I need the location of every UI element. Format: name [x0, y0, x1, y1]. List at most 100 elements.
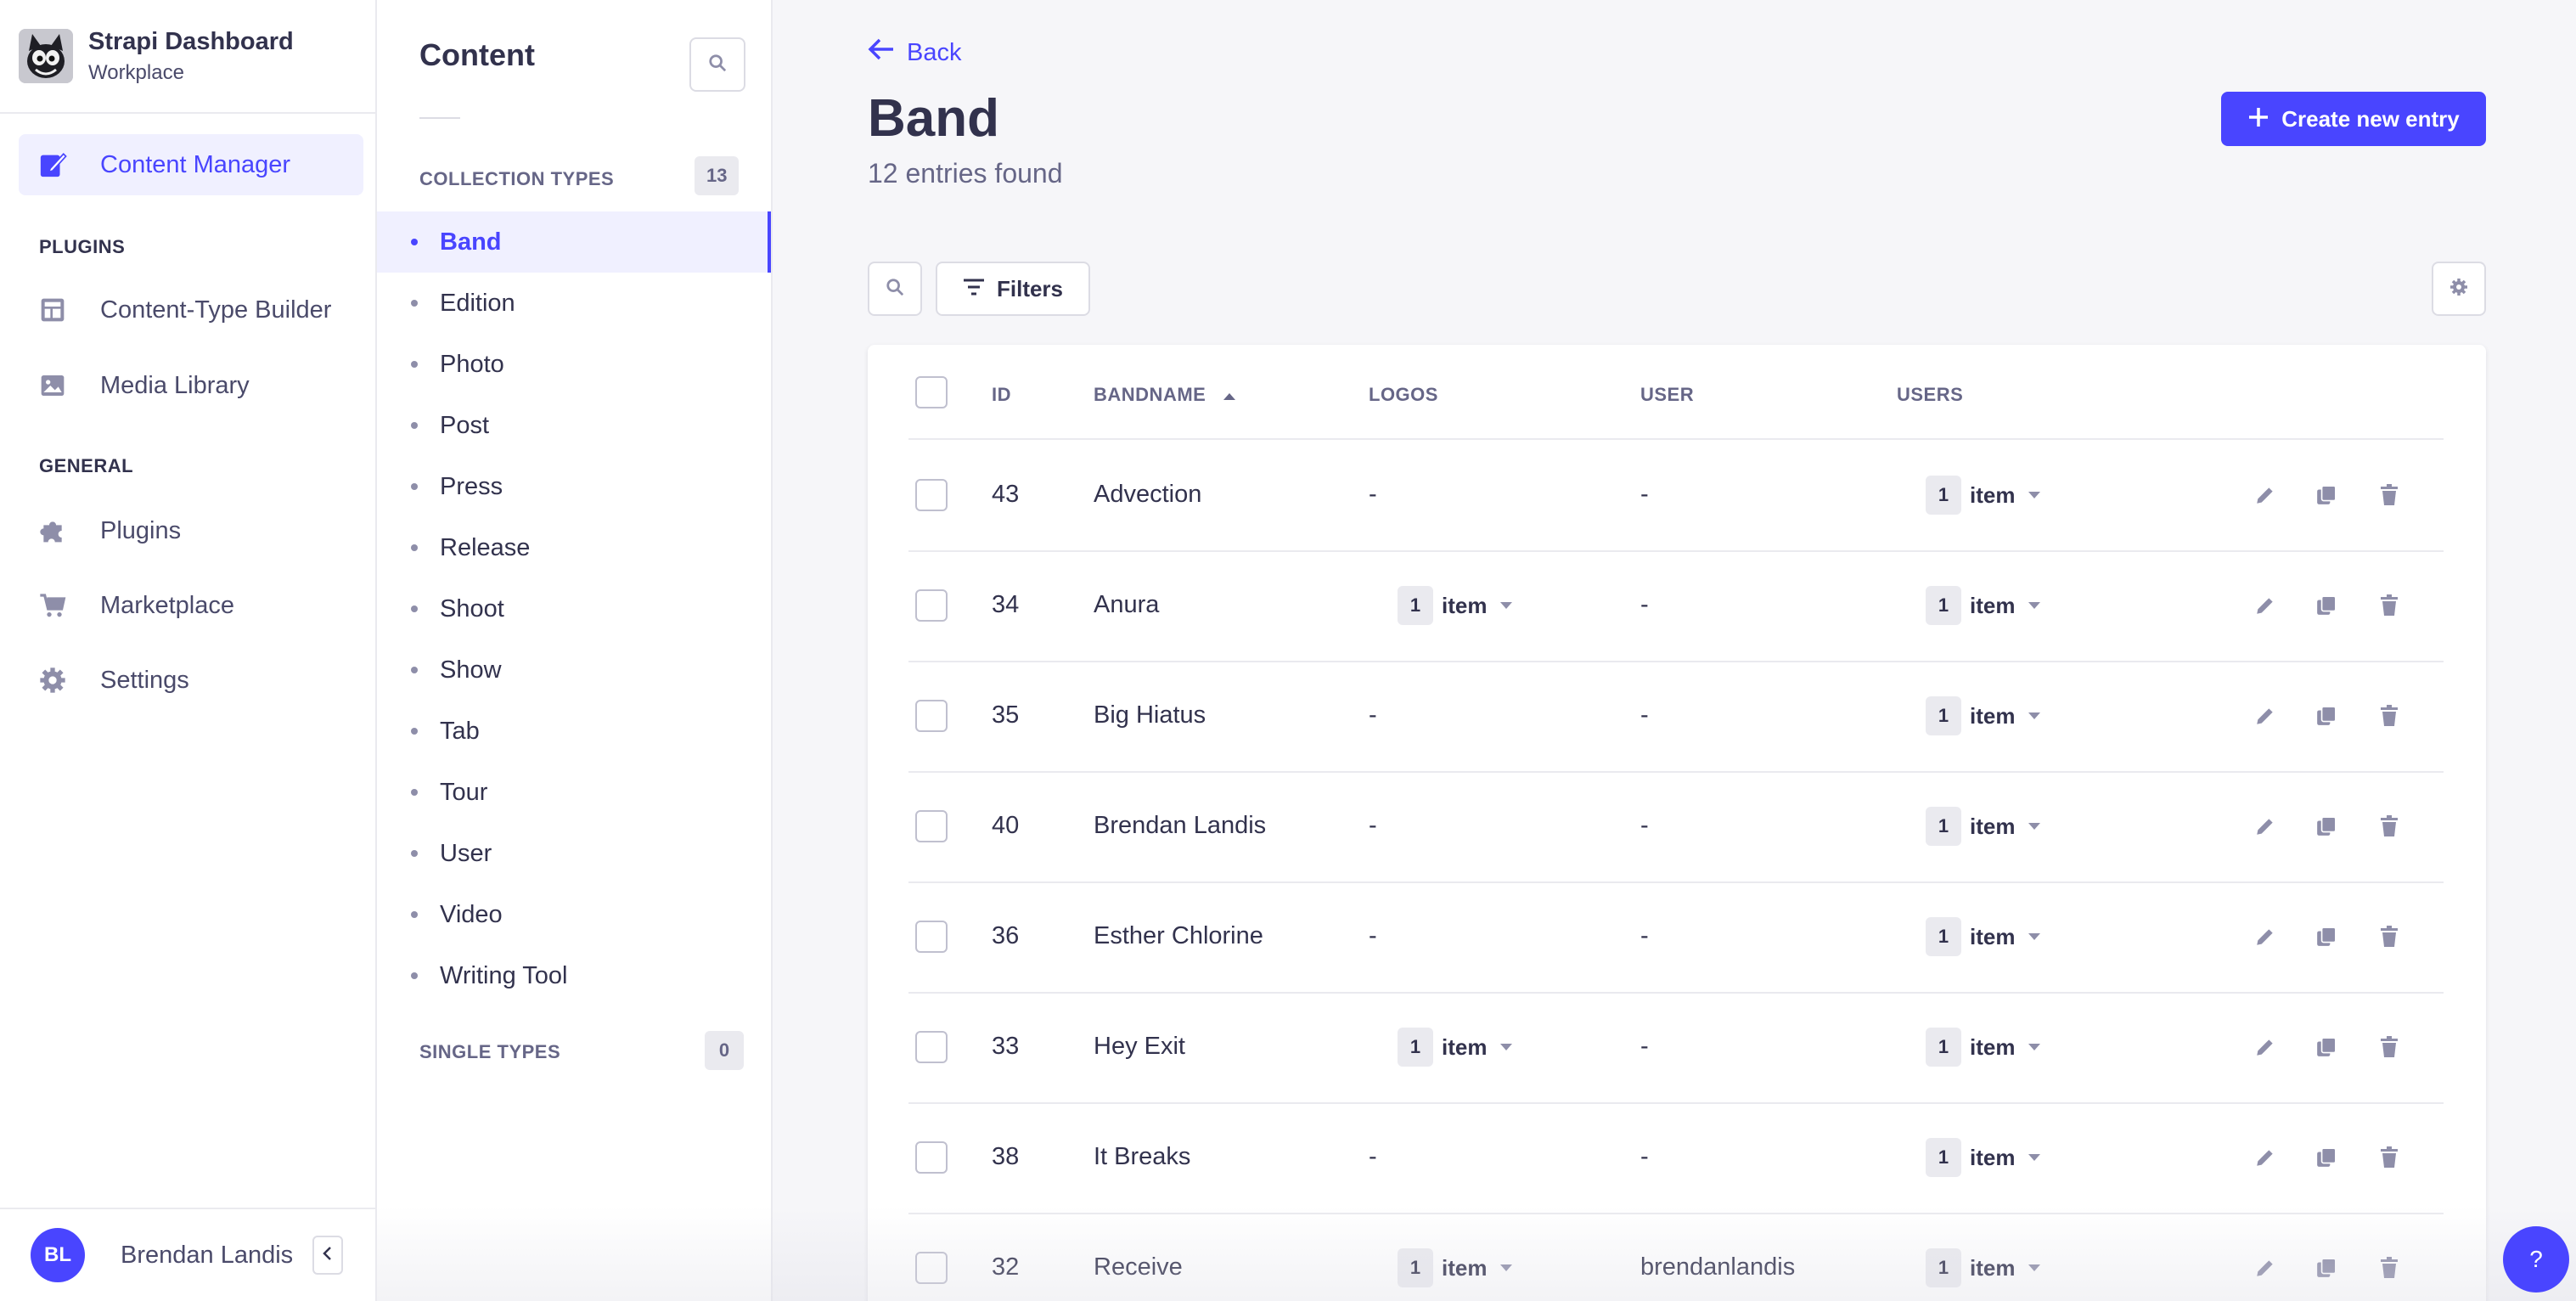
cell-logos-relation[interactable]: 1 item: [1398, 586, 1513, 625]
row-checkbox[interactable]: [915, 921, 948, 953]
trash-icon[interactable]: [2374, 1253, 2404, 1283]
row-checkbox[interactable]: [915, 700, 948, 732]
edit-icon[interactable]: [2250, 1253, 2281, 1283]
duplicate-icon[interactable]: [2311, 590, 2342, 621]
subnav-search-button[interactable]: [689, 37, 745, 92]
collapse-nav-button[interactable]: [312, 1236, 343, 1275]
trash-icon[interactable]: [2374, 590, 2404, 621]
edit-icon[interactable]: [2250, 480, 2281, 510]
collection-type-writing-tool[interactable]: Writing Tool: [377, 945, 771, 1006]
duplicate-icon[interactable]: [2311, 480, 2342, 510]
select-all-checkbox[interactable]: [915, 376, 948, 408]
duplicate-icon[interactable]: [2311, 921, 2342, 952]
cell-id: 35: [992, 701, 1020, 729]
duplicate-icon[interactable]: [2311, 811, 2342, 842]
duplicate-icon[interactable]: [2311, 701, 2342, 731]
collection-types-heading[interactable]: COLLECTION TYPES: [419, 168, 614, 190]
collection-type-label: Photo: [440, 350, 504, 378]
cell-users-relation[interactable]: 1 item: [1926, 586, 2041, 625]
row-checkbox[interactable]: [915, 810, 948, 842]
collection-type-post[interactable]: Post: [377, 395, 771, 456]
collection-type-photo[interactable]: Photo: [377, 334, 771, 395]
relation-count-badge: 1: [1398, 1028, 1433, 1067]
collection-type-press[interactable]: Press: [377, 456, 771, 517]
duplicate-icon[interactable]: [2311, 1032, 2342, 1062]
nav-label: Content Manager: [100, 150, 291, 178]
cell-users-relation[interactable]: 1 item: [1926, 917, 2041, 956]
relation-item-label: item: [1970, 1144, 2016, 1170]
chevron-down-icon: [1500, 1264, 1513, 1271]
nav-content-type-builder[interactable]: Content-Type Builder: [19, 279, 363, 341]
bullet-icon: [411, 544, 418, 551]
collection-type-label: Press: [440, 472, 503, 500]
collection-type-user[interactable]: User: [377, 823, 771, 884]
collection-type-show[interactable]: Show: [377, 639, 771, 701]
back-label: Back: [907, 38, 962, 66]
nav-content-manager[interactable]: Content Manager: [19, 134, 363, 195]
content-subnav: Content COLLECTION TYPES 13 Band Edition P…: [377, 0, 773, 1301]
single-types-heading[interactable]: SINGLE TYPES: [419, 1041, 560, 1063]
cell-logos-relation[interactable]: 1 item: [1398, 1028, 1513, 1067]
trash-icon[interactable]: [2374, 1032, 2404, 1062]
row-checkbox[interactable]: [915, 1031, 948, 1063]
nav-plugins[interactable]: Plugins: [19, 500, 363, 561]
bullet-icon: [411, 239, 418, 245]
filters-button[interactable]: Filters: [936, 262, 1090, 316]
row-divider: [908, 1213, 2444, 1214]
row-checkbox[interactable]: [915, 589, 948, 622]
edit-icon[interactable]: [2250, 921, 2281, 952]
edit-icon[interactable]: [2250, 811, 2281, 842]
cell-id: 34: [992, 591, 1020, 618]
nav-settings[interactable]: Settings: [19, 650, 363, 711]
nav-marketplace[interactable]: Marketplace: [19, 575, 363, 636]
column-header-users[interactable]: USERS: [1897, 384, 1963, 406]
trash-icon[interactable]: [2374, 701, 2404, 731]
create-new-entry-button[interactable]: Create new entry: [2221, 92, 2486, 146]
divider: [419, 117, 460, 119]
collection-type-tour[interactable]: Tour: [377, 762, 771, 823]
collection-type-edition[interactable]: Edition: [377, 273, 771, 334]
trash-icon[interactable]: [2374, 1142, 2404, 1173]
user-profile[interactable]: BL Brendan Landis: [0, 1208, 377, 1301]
relation-item-label: item: [1970, 702, 2016, 729]
search-icon: [708, 54, 727, 76]
cell-users-relation[interactable]: 1 item: [1926, 807, 2041, 846]
cell-bandname: Brendan Landis: [1094, 812, 1267, 839]
collection-type-release[interactable]: Release: [377, 517, 771, 578]
gear-icon: [37, 665, 68, 696]
row-checkbox[interactable]: [915, 1252, 948, 1284]
nav-media-library[interactable]: Media Library: [19, 355, 363, 416]
collection-type-video[interactable]: Video: [377, 884, 771, 945]
column-header-id[interactable]: ID: [992, 384, 1011, 406]
help-button[interactable]: ?: [2503, 1226, 2569, 1293]
table-search-button[interactable]: [868, 262, 922, 316]
collection-type-tab[interactable]: Tab: [377, 701, 771, 762]
column-header-bandname[interactable]: BANDNAME: [1094, 384, 1236, 406]
edit-icon[interactable]: [2250, 1032, 2281, 1062]
column-header-user[interactable]: USER: [1640, 384, 1694, 406]
edit-icon[interactable]: [2250, 1142, 2281, 1173]
column-header-logos[interactable]: LOGOS: [1369, 384, 1438, 406]
row-checkbox[interactable]: [915, 1141, 948, 1174]
trash-icon[interactable]: [2374, 811, 2404, 842]
duplicate-icon[interactable]: [2311, 1142, 2342, 1173]
cell-users-relation[interactable]: 1 item: [1926, 476, 2041, 515]
trash-icon[interactable]: [2374, 480, 2404, 510]
cell-users-relation[interactable]: 1 item: [1926, 1138, 2041, 1177]
row-divider: [908, 1102, 2444, 1104]
collection-type-shoot[interactable]: Shoot: [377, 578, 771, 639]
collection-type-band[interactable]: Band: [377, 211, 771, 273]
duplicate-icon[interactable]: [2311, 1253, 2342, 1283]
nav-label: Media Library: [100, 371, 250, 399]
trash-icon[interactable]: [2374, 921, 2404, 952]
cell-users-relation[interactable]: 1 item: [1926, 1248, 2041, 1287]
row-checkbox[interactable]: [915, 479, 948, 511]
cell-users-relation[interactable]: 1 item: [1926, 696, 2041, 735]
cell-logos-relation[interactable]: 1 item: [1398, 1248, 1513, 1287]
edit-icon[interactable]: [2250, 590, 2281, 621]
edit-icon[interactable]: [2250, 701, 2281, 731]
bullet-icon: [411, 850, 418, 857]
back-link[interactable]: Back: [868, 37, 961, 68]
table-settings-button[interactable]: [2432, 262, 2486, 316]
cell-users-relation[interactable]: 1 item: [1926, 1028, 2041, 1067]
